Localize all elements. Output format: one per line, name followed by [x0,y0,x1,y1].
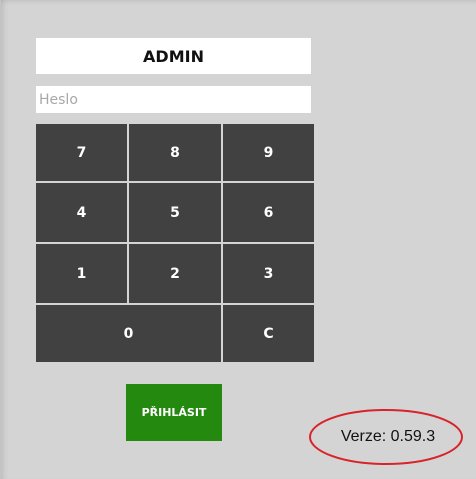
key-1[interactable]: 1 [36,244,127,303]
key-9[interactable]: 9 [223,124,314,181]
username-display: ADMIN [36,38,311,74]
password-input[interactable] [36,86,311,113]
version-label: Verze: 0.59.3 [340,428,436,445]
version-indicator: Verze: 0.59.3 [307,407,465,467]
key-7[interactable]: 7 [36,124,127,181]
key-clear[interactable]: C [223,305,314,362]
key-0[interactable]: 0 [36,305,221,362]
key-5[interactable]: 5 [129,183,221,242]
login-screen: ADMIN 7 8 9 4 5 6 1 2 3 0 C PŘIHLÁSIT Ve… [0,0,476,479]
key-2[interactable]: 2 [129,244,221,303]
key-8[interactable]: 8 [129,124,221,181]
key-3[interactable]: 3 [223,244,314,303]
key-6[interactable]: 6 [223,183,314,242]
numeric-keypad: 7 8 9 4 5 6 1 2 3 0 C [36,124,314,362]
login-button[interactable]: PŘIHLÁSIT [126,384,222,441]
username-label: ADMIN [143,46,204,66]
login-button-label: PŘIHLÁSIT [141,406,207,419]
key-4[interactable]: 4 [36,183,127,242]
